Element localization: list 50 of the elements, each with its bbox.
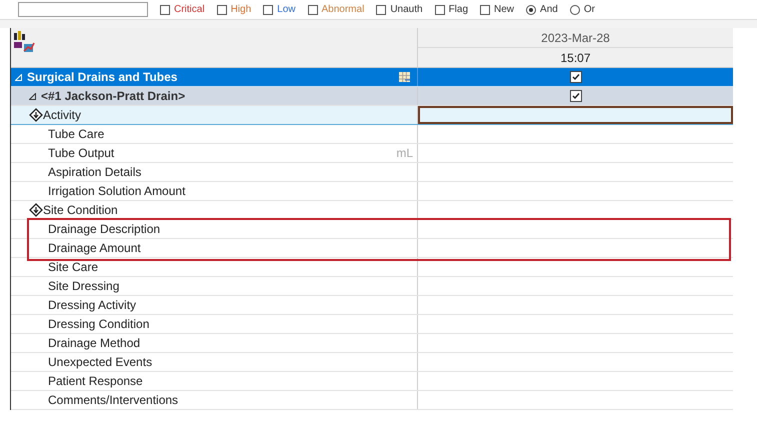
group-row[interactable]: <#1 Jackson-Pratt Drain> — [11, 87, 733, 106]
collapse-icon[interactable] — [29, 92, 36, 100]
diamond-icon — [29, 203, 43, 217]
row-label[interactable]: Dressing Condition — [48, 315, 150, 333]
row-label[interactable]: Aspiration Details — [48, 163, 142, 181]
row-label[interactable]: Unexpected Events — [48, 353, 152, 371]
filter-label: High — [230, 3, 252, 17]
filter-checkbox[interactable] — [376, 4, 386, 14]
row-label[interactable]: Irrigation Solution Amount — [48, 182, 186, 200]
filter-checkbox[interactable] — [160, 4, 170, 14]
checkbox[interactable] — [570, 90, 582, 102]
filter-label: Critical — [174, 3, 205, 17]
view-dropdown[interactable] — [18, 2, 148, 17]
row-label[interactable]: Tube Output — [48, 144, 114, 162]
grid-icon[interactable] — [399, 72, 411, 82]
row-label[interactable]: Patient Response — [48, 372, 143, 390]
filter-checkbox[interactable] — [480, 4, 490, 14]
row-label[interactable]: Drainage Description — [48, 220, 160, 238]
row-label[interactable]: Site Dressing — [48, 277, 120, 295]
row-label[interactable]: Site Condition — [43, 201, 118, 219]
row-label[interactable]: Drainage Amount — [48, 239, 141, 257]
row-label[interactable]: Drainage Method — [48, 334, 140, 352]
diamond-icon — [29, 108, 43, 122]
row-label[interactable]: Site Care — [48, 258, 98, 276]
filter-checkbox[interactable] — [216, 4, 227, 14]
filter-label: Abnormal — [322, 3, 364, 17]
unit-label: mL — [396, 145, 413, 162]
filter-label: Unauth — [390, 3, 423, 17]
checkbox[interactable] — [570, 71, 582, 83]
radio-label: And — [540, 3, 558, 17]
row-label[interactable]: Dressing Activity — [48, 296, 136, 314]
filter-label: Flag — [448, 3, 468, 17]
filter-label: New — [494, 3, 514, 17]
row-label[interactable]: Activity — [43, 106, 82, 124]
section-label: Surgical Drains and Tubes — [27, 69, 178, 86]
value-cell[interactable] — [418, 106, 733, 124]
chart-tools-icon[interactable] — [13, 30, 35, 54]
radio-button[interactable] — [570, 4, 580, 14]
time-header: 15:07 — [559, 50, 592, 66]
filter-checkbox[interactable] — [308, 4, 318, 14]
group-label: <#1 Jackson-Pratt Drain> — [41, 88, 186, 105]
radio-button[interactable] — [526, 4, 536, 14]
filter-checkbox[interactable] — [434, 4, 445, 14]
row-label[interactable]: Tube Care — [48, 125, 104, 143]
section-row[interactable]: Surgical Drains and Tubes — [11, 68, 733, 87]
filter-label: Low — [277, 3, 296, 17]
radio-label: Or — [584, 3, 595, 17]
date-header: 2023-Mar-28 — [418, 28, 733, 48]
row-label[interactable]: Comments/Interventions — [48, 391, 178, 409]
filter-checkbox[interactable] — [263, 4, 274, 14]
